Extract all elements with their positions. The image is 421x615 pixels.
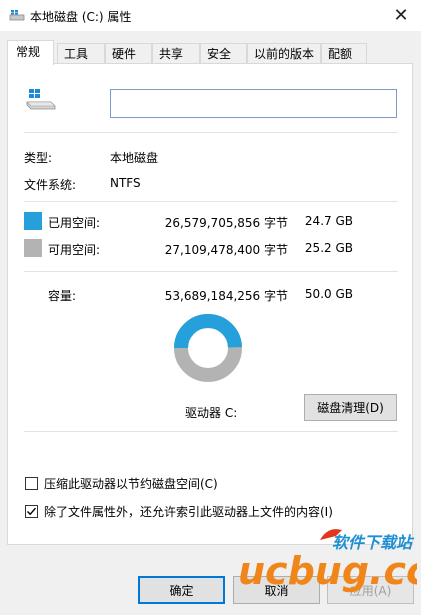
usage-donut-chart — [174, 314, 242, 382]
drive-windows-icon — [26, 89, 56, 110]
free-space-swatch — [24, 239, 42, 257]
capacity-bytes: 53,689,184,256 字节 — [164, 289, 288, 303]
capacity-label: 容量: — [48, 289, 77, 303]
window-title: 本地磁盘 (C:) 属性 — [30, 10, 132, 24]
used-space-size: 24.7 GB — [304, 214, 353, 228]
tab-label: 硬件 — [112, 47, 137, 61]
tab-label: 安全 — [207, 47, 232, 61]
tab-hardware[interactable]: 硬件 — [105, 43, 152, 64]
tab-label: 常规 — [16, 45, 41, 59]
filesystem-label: 文件系统: — [24, 178, 77, 192]
ok-button[interactable]: 确定 — [138, 576, 225, 604]
tab-quota[interactable]: 配额 — [321, 43, 367, 64]
used-space-bytes: 26,579,705,856 字节 — [164, 216, 288, 230]
close-icon: ✕ — [393, 5, 409, 26]
drive-icon — [9, 10, 25, 21]
used-space-swatch — [24, 212, 42, 230]
filesystem-value: NTFS — [110, 176, 141, 190]
tab-label: 共享 — [159, 47, 184, 61]
general-panel: 类型: 本地磁盘 文件系统: NTFS 已用空间: 26,579,705,856… — [7, 63, 413, 545]
compress-option[interactable]: 压缩此驱动器以节约磁盘空间(C) — [25, 475, 218, 491]
close-button[interactable]: ✕ — [381, 0, 421, 31]
tab-tools[interactable]: 工具 — [57, 43, 105, 64]
drive-label: 驱动器 C: — [185, 406, 238, 420]
index-checkbox[interactable] — [25, 504, 38, 518]
tab-security[interactable]: 安全 — [200, 43, 247, 64]
free-space-label: 可用空间: — [48, 243, 101, 257]
tab-previous-versions[interactable]: 以前的版本 — [247, 43, 321, 64]
tab-sharing[interactable]: 共享 — [152, 43, 200, 64]
separator — [24, 271, 398, 272]
tab-general[interactable]: 常规 — [7, 40, 54, 65]
type-label: 类型: — [24, 151, 53, 165]
separator — [24, 132, 398, 133]
compress-checkbox[interactable] — [25, 476, 38, 490]
drive-name-input[interactable] — [110, 89, 397, 118]
disk-cleanup-button[interactable]: 磁盘清理(D) — [304, 394, 397, 421]
separator — [24, 201, 398, 202]
type-value: 本地磁盘 — [110, 151, 159, 165]
tab-label: 以前的版本 — [254, 47, 315, 61]
capacity-size: 50.0 GB — [304, 287, 353, 301]
free-space-size: 25.2 GB — [304, 241, 353, 255]
compress-label: 压缩此驱动器以节约磁盘空间(C) — [44, 476, 218, 491]
title-bar[interactable]: 本地磁盘 (C:) 属性 ✕ — [0, 0, 421, 31]
index-option[interactable]: 除了文件属性外，还允许索引此驱动器上文件的内容(I) — [25, 503, 333, 519]
tab-label: 配额 — [328, 47, 353, 61]
ucbug-watermark-logo: 软件下载站 ucbug.cc — [238, 529, 417, 593]
index-label: 除了文件属性外，还允许索引此驱动器上文件的内容(I) — [44, 504, 333, 519]
watermark-brand-text: ucbug.cc — [238, 549, 417, 593]
used-space-label: 已用空间: — [48, 216, 101, 230]
free-space-bytes: 27,109,478,400 字节 — [164, 243, 288, 257]
tab-label: 工具 — [64, 47, 89, 61]
separator — [24, 431, 398, 432]
